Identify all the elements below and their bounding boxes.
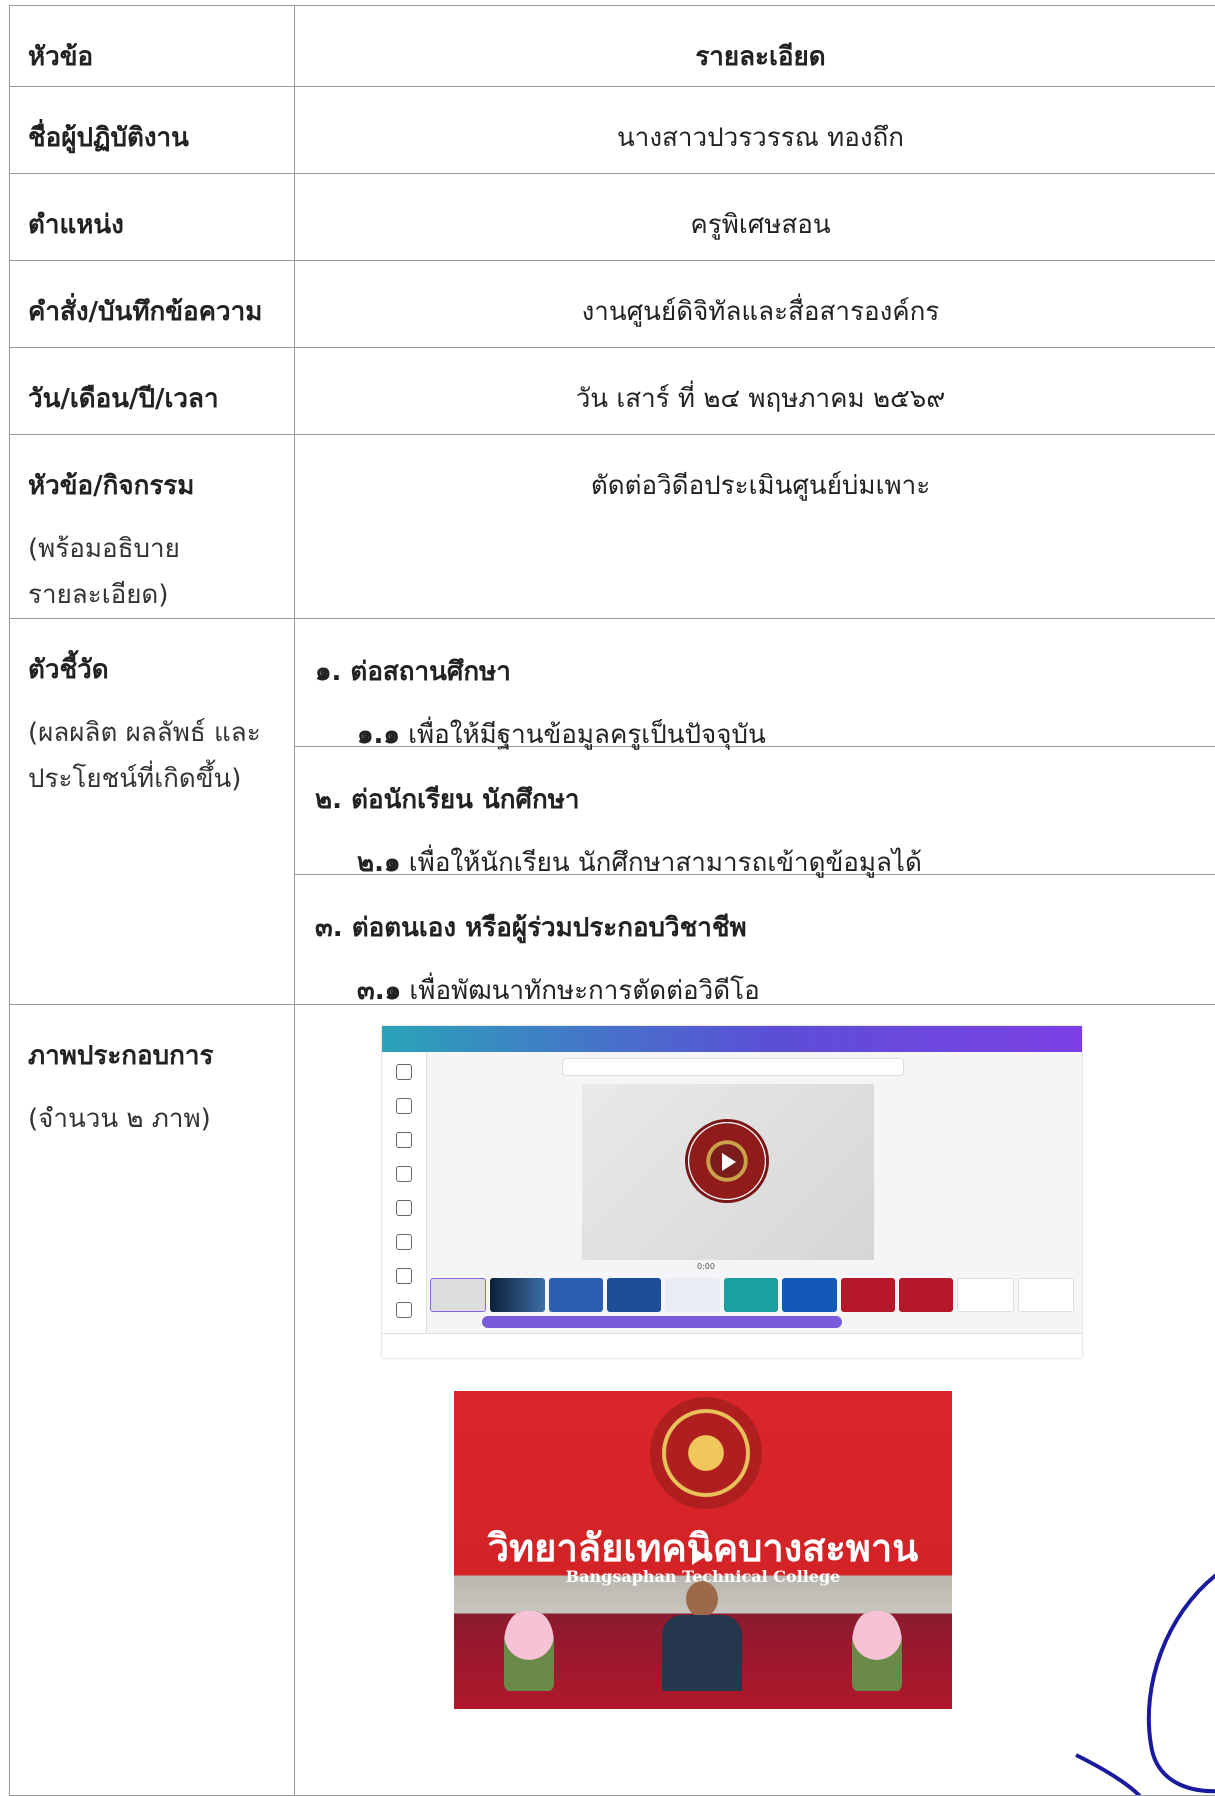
position-label-cell: ตำแหน่ง <box>10 174 295 261</box>
photos-label: ภาพประกอบการ <box>10 1005 294 1076</box>
order-label: คำสั่ง/บันทึกข้อความ <box>10 261 294 332</box>
activity-sub-1: (พร้อมอธิบาย <box>28 534 180 564</box>
flower-decoration <box>852 1611 902 1691</box>
timeline-clip <box>899 1278 953 1312</box>
report-table: หัวข้อ รายละเอียด ชื่อผู้ปฏิบัติงาน นางส… <box>9 5 1215 1796</box>
name-value-cell: นางสาวปวรวรรณ ทองถึก <box>295 87 1215 174</box>
editor-time: 0:00 <box>697 1262 757 1274</box>
indicators-sub-2: ประโยชน์ที่เกิดขึ้น) <box>28 764 241 794</box>
date-value-cell: วัน เสาร์ ที่ ๒๔ พฤษภาคม ๒๕๖๙ <box>295 348 1215 435</box>
photos-area: 0:00 <box>295 1005 1215 1795</box>
activity-value: ตัดต่อวิดีอประเมินศูนย์บ่มเพาะ <box>295 435 1215 506</box>
indicator-num: ๒.๑ <box>357 848 401 878</box>
timeline-clip <box>490 1278 544 1312</box>
timeline-clip <box>430 1278 486 1312</box>
editor-screenshot: 0:00 <box>382 1026 1082 1358</box>
indicators-sub: (ผลผลิต ผลลัพธ์ และประโยชน์ที่เกิดขึ้น) <box>10 690 294 802</box>
timeline-clip <box>724 1278 778 1312</box>
row-activity: หัวข้อ/กิจกรรม (พร้อมอธิบายรายละเอียด) ต… <box>10 435 1215 619</box>
indicator-title: ๒. ต่อนักเรียน นักศึกษา <box>295 747 1215 820</box>
timeline-clip <box>549 1278 603 1312</box>
presenter <box>662 1581 742 1691</box>
timeline-clip <box>607 1278 661 1312</box>
play-icon <box>692 1547 706 1565</box>
activity-value-cell: ตัดต่อวิดีอประเมินศูนย์บ่มเพาะ <box>295 435 1215 619</box>
indicators-label-cell: ตัวชี้วัด (ผลผลิต ผลลัพธ์ และประโยชน์ที่… <box>10 619 295 1005</box>
timeline-clip <box>841 1278 895 1312</box>
indicator-title: ๓. ต่อตนเอง หรือผู้ร่วมประกอบวิชาชีพ <box>295 875 1215 948</box>
indicator-item: ๒.๑ เพื่อให้นักเรียน นักศึกษาสามารถเข้าด… <box>295 820 1215 883</box>
indicator-text: เพื่อพัฒนาทักษะการตัดต่อวิดีโอ <box>401 976 760 1006</box>
date-label-cell: วัน/เดือน/ปี/เวลา <box>10 348 295 435</box>
indicators-sub-1: (ผลผลิต ผลลัพธ์ และ <box>28 718 261 748</box>
draw-icon <box>396 1234 412 1250</box>
college-emblem-icon <box>650 1397 762 1509</box>
row-order: คำสั่ง/บันทึกข้อความ งานศูนย์ดิจิทัลและส… <box>10 261 1215 348</box>
position-value-cell: ครูพิเศษสอน <box>295 174 1215 261</box>
header-detail: รายละเอียด <box>295 6 1215 77</box>
order-value-cell: งานศูนย์ดิจิทัลและสื่อสารองค์กร <box>295 261 1215 348</box>
order-value: งานศูนย์ดิจิทัลและสื่อสารองค์กร <box>295 261 1215 332</box>
timeline-clip <box>665 1278 719 1312</box>
editor-sidebar <box>382 1052 427 1358</box>
play-icon <box>722 1153 736 1171</box>
row-date: วัน/เดือน/ปี/เวลา วัน เสาร์ ที่ ๒๔ พฤษภา… <box>10 348 1215 435</box>
indicator-text: เพื่อให้มีฐานข้อมูลครูเป็นปัจจุบัน <box>400 720 766 750</box>
date-label: วัน/เดือน/ปี/เวลา <box>10 348 294 419</box>
indicator-num: ๑.๑ <box>357 720 400 750</box>
row-indicators: ตัวชี้วัด (ผลผลิต ผลลัพธ์ และประโยชน์ที่… <box>10 619 1215 1005</box>
indicator-block: ๒. ต่อนักเรียน นักศึกษา ๒.๑ เพื่อให้นักเ… <box>295 747 1215 875</box>
indicators-value-cell: ๑. ต่อสถานศึกษา ๑.๑ เพื่อให้มีฐานข้อมูลค… <box>295 619 1215 1005</box>
date-value: วัน เสาร์ ที่ ๒๔ พฤษภาคม ๒๕๖๙ <box>295 348 1215 419</box>
indicator-block: ๓. ต่อตนเอง หรือผู้ร่วมประกอบวิชาชีพ ๓.๑… <box>295 875 1215 1004</box>
indicator-item: ๑.๑ เพื่อให้มีฐานข้อมูลครูเป็นปัจจุบัน <box>295 692 1215 755</box>
photos-sub: (จำนวน ๒ ภาพ) <box>10 1076 294 1142</box>
order-label-cell: คำสั่ง/บันทึกข้อความ <box>10 261 295 348</box>
upload-icon <box>396 1200 412 1216</box>
row-position: ตำแหน่ง ครูพิเศษสอน <box>10 174 1215 261</box>
signature-mark <box>1056 1555 1215 1795</box>
activity-label: หัวข้อ/กิจกรรม <box>10 435 294 506</box>
activity-sub: (พร้อมอธิบายรายละเอียด) <box>10 506 294 618</box>
timeline-clip <box>782 1278 836 1312</box>
activity-label-cell: หัวข้อ/กิจกรรม (พร้อมอธิบายรายละเอียด) <box>10 435 295 619</box>
header-detail-cell: รายละเอียด <box>295 6 1215 87</box>
row-name: ชื่อผู้ปฏิบัติงาน นางสาวปวรวรรณ ทองถึก <box>10 87 1215 174</box>
elements-icon <box>396 1098 412 1114</box>
name-value: นางสาวปวรวรรณ ทองถึก <box>295 87 1215 158</box>
video-photo: วิทยาลัยเทคนิคบางสะพาน Bangsaphan Techni… <box>454 1391 952 1709</box>
editor-statusbar <box>382 1333 1082 1358</box>
indicator-text: เพื่อให้นักเรียน นักศึกษาสามารถเข้าดูข้อ… <box>401 848 922 878</box>
position-value: ครูพิเศษสอน <box>295 174 1215 245</box>
indicator-title: ๑. ต่อสถานศึกษา <box>295 619 1215 692</box>
activity-sub-2: รายละเอียด) <box>28 580 168 610</box>
header-topic: หัวข้อ <box>10 6 294 77</box>
timeline-strip <box>430 1278 1074 1312</box>
indicators-label: ตัวชี้วัด <box>10 619 294 690</box>
flower-decoration <box>504 1611 554 1691</box>
text-icon <box>396 1132 412 1148</box>
audio-track <box>482 1316 842 1328</box>
apps-icon <box>396 1302 412 1318</box>
indicator-num: ๓.๑ <box>357 976 401 1006</box>
editor-canvas <box>582 1084 874 1260</box>
indicator-block: ๑. ต่อสถานศึกษา ๑.๑ เพื่อให้มีฐานข้อมูลค… <box>295 619 1215 747</box>
name-label-cell: ชื่อผู้ปฏิบัติงาน <box>10 87 295 174</box>
header-row: หัวข้อ รายละเอียด <box>10 6 1215 87</box>
row-photos: ภาพประกอบการ (จำนวน ๒ ภาพ) 0:00 <box>10 1005 1215 1796</box>
photos-label-cell: ภาพประกอบการ (จำนวน ๒ ภาพ) <box>10 1005 295 1796</box>
brand-icon <box>396 1166 412 1182</box>
header-topic-cell: หัวข้อ <box>10 6 295 87</box>
timeline-clip <box>1018 1278 1074 1312</box>
timeline-clip <box>957 1278 1013 1312</box>
editor-context-toolbar <box>562 1058 904 1076</box>
indicator-item: ๓.๑ เพื่อพัฒนาทักษะการตัดต่อวิดีโอ <box>295 948 1215 1011</box>
folder-icon <box>396 1268 412 1284</box>
editor-toolbar <box>382 1026 1082 1052</box>
photos-cell: 0:00 <box>295 1005 1215 1796</box>
position-label: ตำแหน่ง <box>10 174 294 245</box>
name-label: ชื่อผู้ปฏิบัติงาน <box>10 87 294 158</box>
panel-icon <box>396 1064 412 1080</box>
